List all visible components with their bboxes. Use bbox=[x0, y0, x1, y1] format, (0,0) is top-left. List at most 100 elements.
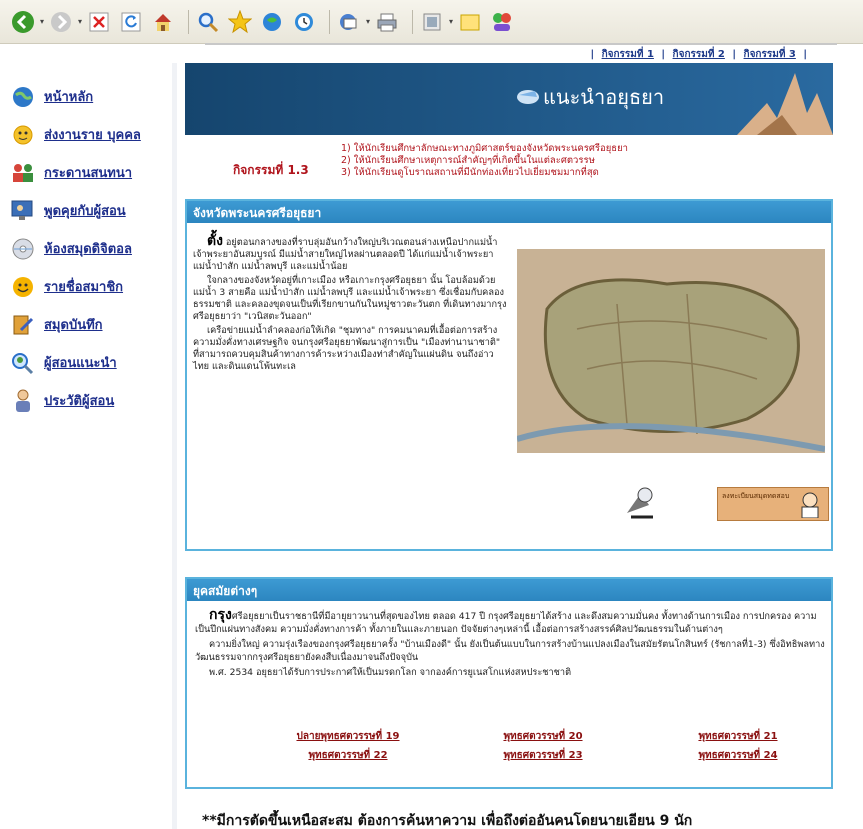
nav-label[interactable]: สมุดบันทึก bbox=[44, 318, 103, 333]
banner-logo-icon bbox=[515, 85, 541, 110]
magnifier-person-icon bbox=[10, 351, 36, 375]
back-icon[interactable] bbox=[10, 9, 36, 35]
nav-label[interactable]: กระดานสนทนา bbox=[44, 166, 132, 181]
browser-toolbar: ▾ ▾ ▾ ▾ bbox=[0, 0, 863, 44]
paragraph: กรุงศรีอยุธยาเป็นราชธานีที่มีอายุยาวนานท… bbox=[195, 607, 827, 636]
tab-activity-1[interactable]: กิจกรรมที่ 1 bbox=[602, 49, 654, 60]
paragraph-text: อยู่ตอนกลางของที่ราบลุ่มอันกว้างใหญ่บริเ… bbox=[193, 237, 498, 272]
activity-item: 1) ให้นักเรียนศึกษาลักษณะทางภูมิศาสตร์ขอ… bbox=[341, 143, 628, 154]
tab-separator: | bbox=[661, 49, 666, 60]
nav-item-notebook[interactable]: สมุดบันทึก bbox=[10, 313, 170, 337]
nav-item-library[interactable]: ห้องสมุดดิจิตอล bbox=[10, 237, 170, 261]
activity-tab-strip: | กิจกรรมที่ 1 | กิจกรรมที่ 2 | กิจกรรมท… bbox=[205, 45, 837, 63]
activity-item: 3) ให้นักเรียนดูโบราณสถานที่มีนักท่องเที… bbox=[341, 167, 599, 178]
banner-decoration bbox=[737, 63, 833, 138]
page-title: แนะนำอยุธยา bbox=[543, 85, 665, 109]
monitor-people-icon bbox=[10, 199, 36, 223]
era-link[interactable]: พุทธศตวรรษที่ 23 bbox=[458, 748, 628, 763]
notebook-icon bbox=[10, 313, 36, 337]
sun-face-icon bbox=[10, 123, 36, 147]
nav-item-members[interactable]: รายชื่อสมาชิก bbox=[10, 275, 170, 299]
search-icon[interactable] bbox=[195, 9, 221, 35]
forward-dropdown-icon[interactable]: ▾ bbox=[78, 17, 82, 26]
ayutthaya-map-image bbox=[517, 249, 825, 453]
nav-label[interactable]: ผู้สอนแนะนำ bbox=[44, 356, 117, 371]
era-link[interactable]: พุทธศตวรรษที่ 24 bbox=[653, 748, 823, 763]
panel-heading: ยุคสมัยต่างๆ bbox=[187, 579, 831, 601]
toolbar-separator bbox=[412, 9, 414, 34]
mail-icon[interactable] bbox=[336, 9, 362, 35]
tab-activity-2[interactable]: กิจกรรมที่ 2 bbox=[673, 49, 725, 60]
era-link-row: ปลายพุทธศตวรรษที่ 19 พุทธศตวรรษที่ 20 พุ… bbox=[263, 729, 823, 744]
eras-panel: ยุคสมัยต่างๆ กรุงศรีอยุธยาเป็นราชธานีที่… bbox=[185, 577, 833, 789]
era-link[interactable]: พุทธศตวรรษที่ 21 bbox=[653, 729, 823, 744]
activity-item: 2) ให้นักเรียนศึกษาเหตุการณ์สำคัญๆที่เกิ… bbox=[341, 155, 595, 166]
nav-item-home[interactable]: หน้าหลัก bbox=[10, 85, 170, 109]
favorites-icon[interactable] bbox=[227, 9, 253, 35]
home-icon[interactable] bbox=[150, 9, 176, 35]
messenger-icon[interactable] bbox=[489, 9, 515, 35]
edit-dropdown-icon[interactable]: ▾ bbox=[449, 17, 453, 26]
people-icon bbox=[10, 161, 36, 185]
teacher-icon bbox=[10, 389, 36, 413]
forward-icon[interactable] bbox=[48, 9, 74, 35]
nav-item-board[interactable]: กระดานสนทนา bbox=[10, 161, 170, 185]
dropcap: ตั้ง bbox=[207, 233, 223, 249]
satellite-dish-icon[interactable] bbox=[623, 483, 661, 521]
footer-note: **มีการตัดขึ้นเหนือสะสม ต้องการค้นหาความ… bbox=[202, 813, 693, 829]
person-icon bbox=[801, 492, 819, 518]
media-icon[interactable] bbox=[259, 9, 285, 35]
main-content: แนะนำอยุธยา กิจกรรมที่ 1.3 1) ให้นักเรีย… bbox=[172, 63, 835, 829]
toolbar-separator bbox=[329, 9, 331, 34]
province-panel: จังหวัดพระนครศรีอยุธยา ตั้ง อยู่ตอนกลางข… bbox=[185, 199, 833, 551]
paragraph: พ.ศ. 2534 อยุธยาได้รับการประกาศให้เป็นมร… bbox=[209, 667, 572, 678]
eras-text: กรุงศรีอยุธยาเป็นราชธานีที่มีอายุยาวนานท… bbox=[195, 607, 827, 681]
activity-label: กิจกรรมที่ 1.3 bbox=[233, 163, 309, 177]
nav-label[interactable]: รายชื่อสมาชิก bbox=[44, 280, 123, 295]
nav-label[interactable]: หน้าหลัก bbox=[44, 90, 93, 105]
nav-label[interactable]: พูดคุยกับผู้สอน bbox=[44, 204, 126, 219]
era-link[interactable]: พุทธศตวรรษที่ 20 bbox=[458, 729, 628, 744]
activity-tabs: | กิจกรรมที่ 1 | กิจกรรมที่ 2 | กิจกรรมท… bbox=[590, 47, 807, 62]
era-link[interactable]: ปลายพุทธศตวรรษที่ 19 bbox=[263, 729, 433, 744]
refresh-icon[interactable] bbox=[118, 9, 144, 35]
era-link[interactable]: พุทธศตวรรษที่ 22 bbox=[263, 748, 433, 763]
dvd-icon bbox=[10, 237, 36, 261]
province-text: ตั้ง อยู่ตอนกลางของที่ราบลุ่มอันกว้างใหญ… bbox=[193, 233, 509, 375]
nav-item-teacher[interactable]: ประวัติผู้สอน bbox=[10, 389, 170, 413]
left-nav: หน้าหลัก ส่งงานราย บุคคล กระดานสนทนา พูด… bbox=[10, 85, 170, 427]
nav-item-talk[interactable]: พูดคุยกับผู้สอน bbox=[10, 199, 170, 223]
back-dropdown-icon[interactable]: ▾ bbox=[40, 17, 44, 26]
paragraph: ความยิ่งใหญ่ ความรุ่งเรืองของกรุงศรีอยุธ… bbox=[195, 639, 825, 663]
tab-separator: | bbox=[732, 49, 737, 60]
paragraph-text: ศรีอยุธยาเป็นราชธานีที่มีอายุยาวนานที่สุ… bbox=[195, 611, 817, 635]
edit-icon[interactable] bbox=[419, 9, 445, 35]
panel-heading: จังหวัดพระนครศรีอยุธยา bbox=[187, 201, 831, 223]
activity-list: 1) ให้นักเรียนศึกษาลักษณะทางภูมิศาสตร์ขอ… bbox=[341, 143, 628, 179]
tab-separator: | bbox=[803, 49, 807, 60]
toolbar-separator bbox=[188, 9, 190, 34]
discuss-icon[interactable] bbox=[457, 9, 483, 35]
stop-icon[interactable] bbox=[86, 9, 112, 35]
nav-label[interactable]: ประวัติผู้สอน bbox=[44, 394, 114, 409]
era-links: ปลายพุทธศตวรรษที่ 19 พุทธศตวรรษที่ 20 พุ… bbox=[263, 729, 823, 767]
nav-item-submit[interactable]: ส่งงานราย บุคคล bbox=[10, 123, 170, 147]
nav-item-recommend[interactable]: ผู้สอนแนะนำ bbox=[10, 351, 170, 375]
dropcap: กรุง bbox=[209, 607, 232, 623]
paragraph: เครือข่ายแม่น้ำลำคลองก่อให้เกิด "ชุมทาง"… bbox=[193, 325, 501, 372]
nav-label[interactable]: ส่งงานราย บุคคล bbox=[44, 128, 141, 143]
tab-activity-3[interactable]: กิจกรรมที่ 3 bbox=[744, 49, 796, 60]
era-link-row: พุทธศตวรรษที่ 22 พุทธศตวรรษที่ 23 พุทธศต… bbox=[263, 748, 823, 763]
register-badge[interactable]: ลงทะเบียนสมุดทดสอบ bbox=[717, 487, 829, 521]
page-banner: แนะนำอยุธยา bbox=[185, 63, 833, 135]
nav-label[interactable]: ห้องสมุดดิจิตอล bbox=[44, 242, 132, 257]
badge-text: ลงทะเบียนสมุดทดสอบ bbox=[722, 492, 790, 500]
paragraph: ตั้ง อยู่ตอนกลางของที่ราบลุ่มอันกว้างใหญ… bbox=[193, 233, 509, 273]
tab-separator: | bbox=[590, 49, 595, 60]
print-icon[interactable] bbox=[374, 9, 400, 35]
history-icon[interactable] bbox=[291, 9, 317, 35]
mail-dropdown-icon[interactable]: ▾ bbox=[366, 17, 370, 26]
smiley-icon bbox=[10, 275, 36, 299]
globe-icon bbox=[10, 85, 36, 109]
paragraph: ใจกลางของจังหวัดอยู่ที่เกาะเมือง หรือเกา… bbox=[193, 275, 507, 322]
